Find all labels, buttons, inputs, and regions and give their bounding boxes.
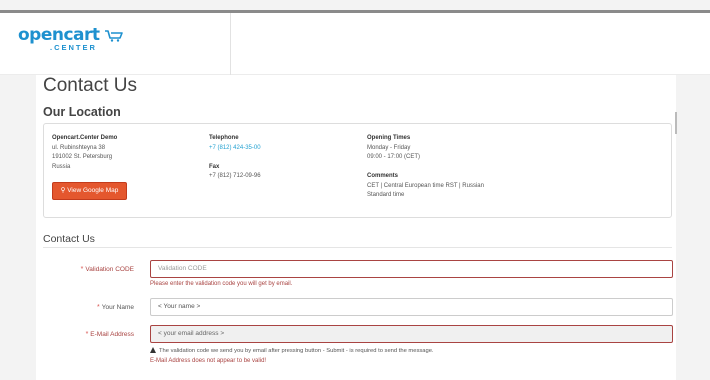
comments-label: Comments <box>367 173 399 179</box>
hours-column: Opening Times Monday - Friday 09:00 - 17… <box>367 134 484 201</box>
comments-line2: Standard time <box>367 192 405 198</box>
email-input[interactable]: < your email address > <box>150 325 673 343</box>
map-button-label: View Google Map <box>67 187 119 194</box>
logo-text: opencart <box>18 25 100 45</box>
location-panel: Opencart.Center Demo ul. Rubinshteyna 38… <box>43 123 672 218</box>
opening-hours: 09:00 - 17:00 (CET) <box>367 154 421 160</box>
legend-divider <box>43 247 672 248</box>
email-label: * E-Mail Address <box>36 331 134 338</box>
store-name: Opencart.Center Demo <box>52 135 118 141</box>
view-google-map-button[interactable]: ⚲ View Google Map <box>52 182 127 200</box>
your-name-label: * Your Name <box>36 304 134 311</box>
contact-form-legend: Contact Us <box>43 233 95 245</box>
logo-subtext: .CENTER <box>50 43 97 52</box>
warning-icon <box>150 347 156 353</box>
address-line1: ul. Rubinshteyna 38 <box>52 144 106 151</box>
logo[interactable]: opencart .CENTER <box>18 25 123 52</box>
telephone-link[interactable]: +7 (812) 424-35-00 <box>209 145 261 151</box>
fax-label: Fax <box>209 163 220 170</box>
address-column: Opencart.Center Demo ul. Rubinshteyna 38… <box>52 134 117 172</box>
email-note: The validation code we send you by email… <box>150 347 434 354</box>
page-title: Contact Us <box>43 75 137 96</box>
opening-times-label: Opening Times <box>367 135 411 141</box>
cart-icon <box>105 30 123 42</box>
comments-line1: CET | Central European time RST | Russia… <box>367 182 484 189</box>
header-divider <box>230 13 231 75</box>
scrollbar[interactable] <box>675 112 677 134</box>
your-name-input[interactable]: < Your name > <box>150 298 673 316</box>
main-content: Contact Us Our Location Opencart.Center … <box>36 75 676 380</box>
map-marker-icon: ⚲ <box>60 187 66 194</box>
email-error: E-Mail Address does not appear to be val… <box>150 358 267 364</box>
email-note-text: The validation code we send you by email… <box>159 348 434 354</box>
address-line2: 191002 St. Petersburg <box>52 154 113 160</box>
address-line3: Russia <box>52 163 71 170</box>
your-name-label-text: Your Name <box>101 304 134 311</box>
phone-column: Telephone +7 (812) 424-35-00 Fax +7 (812… <box>209 134 261 182</box>
validation-code-help: Please enter the validation code you wil… <box>150 281 293 287</box>
validation-code-label: * Validation CODE <box>36 266 134 273</box>
fax-value: +7 (812) 712-09-96 <box>209 173 261 179</box>
email-label-text: E-Mail Address <box>90 331 134 338</box>
location-title: Our Location <box>43 105 121 119</box>
opening-days: Monday - Friday <box>367 144 411 151</box>
validation-code-label-text: Validation CODE <box>85 266 134 273</box>
validation-code-input[interactable]: Validation CODE <box>150 260 673 278</box>
telephone-label: Telephone <box>209 135 239 141</box>
site-header: opencart .CENTER <box>0 13 710 75</box>
